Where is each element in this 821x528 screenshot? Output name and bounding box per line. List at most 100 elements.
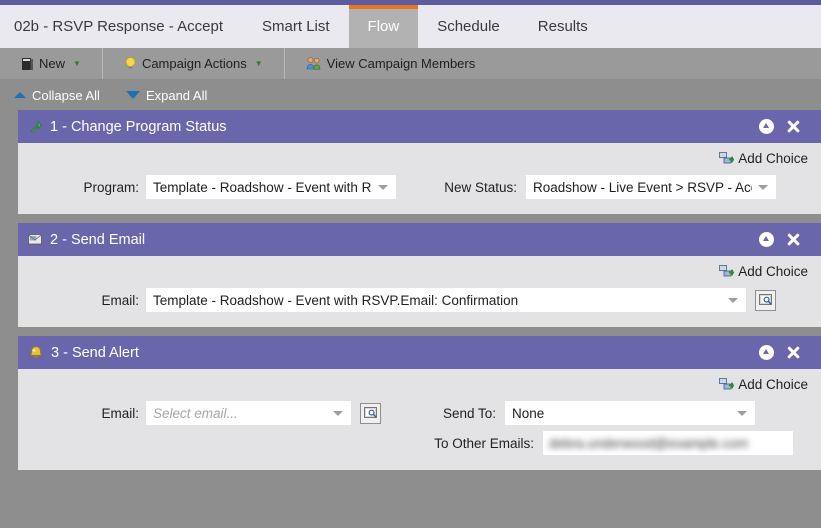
- flow-step-title: 1 - Change Program Status: [50, 118, 227, 135]
- expand-all-label: Expand All: [145, 87, 208, 103]
- flow-step-panel-1: 1 - Change Program Status Add Choice Pro…: [18, 110, 821, 214]
- new-button[interactable]: New ▼: [12, 48, 90, 79]
- triangle-up-icon: [14, 92, 26, 98]
- flow-step-header-3[interactable]: 3 - Send Alert: [18, 336, 821, 369]
- expand-all-button[interactable]: Expand All: [125, 87, 208, 103]
- campaign-actions-label: Campaign Actions: [141, 56, 247, 71]
- tab-flow[interactable]: Flow: [348, 5, 419, 48]
- chevron-down-icon: [737, 410, 747, 416]
- add-choice-label: Add Choice: [738, 151, 808, 166]
- tab-label: Flow: [367, 18, 400, 35]
- send-to-label: Send To:: [442, 405, 496, 421]
- flow-step-header-1[interactable]: 1 - Change Program Status: [18, 110, 821, 143]
- field-row-email: Email: Template - Roadshow - Event with …: [18, 285, 821, 315]
- move-up-icon[interactable]: [759, 345, 774, 360]
- add-choice-label: Add Choice: [738, 264, 808, 279]
- add-choice-row: Add Choice: [18, 256, 821, 285]
- collapse-all-label: Collapse All: [32, 87, 100, 103]
- toolbar-group-members: View Campaign Members: [285, 48, 497, 79]
- add-choice-icon: [719, 264, 736, 279]
- tab-results[interactable]: Results: [519, 5, 607, 48]
- email-value: Template - Roadshow - Event with RSVP.Em…: [153, 292, 519, 308]
- record-title: 02b - RSVP Response - Accept: [14, 18, 224, 35]
- lightbulb-icon: [124, 56, 137, 71]
- email-combobox[interactable]: Template - Roadshow - Event with RSVP.Em…: [146, 288, 746, 312]
- alert-email-value: Select email...: [153, 405, 238, 421]
- tab-label: Results: [537, 18, 588, 35]
- close-icon[interactable]: [785, 345, 801, 361]
- add-choice-button[interactable]: Add Choice: [719, 377, 808, 392]
- to-other-emails-value: debra.underwood@example.com: [549, 435, 749, 451]
- flow-step-actions: [759, 232, 811, 248]
- program-label: Program:: [83, 179, 139, 195]
- campaign-actions-button[interactable]: Campaign Actions ▼: [115, 48, 272, 79]
- flow-step-panel-2: 2 - Send Email Add Choice Email: Templat…: [18, 223, 821, 327]
- field-row-program: Program: Template - Roadshow - Event wit…: [18, 172, 821, 202]
- toolbar-group-new: New ▼: [0, 48, 103, 79]
- view-campaign-members-label: View Campaign Members: [326, 56, 476, 71]
- move-up-icon[interactable]: [759, 232, 774, 247]
- alert-email-label: Email:: [101, 405, 139, 421]
- email-icon: [28, 233, 43, 246]
- flow-step-header-2[interactable]: 2 - Send Email: [18, 223, 821, 256]
- application-window: 02b - RSVP Response - Accept Smart List …: [0, 0, 821, 528]
- add-choice-button[interactable]: Add Choice: [719, 264, 808, 279]
- flow-step-actions: [759, 345, 811, 361]
- new-button-label: New: [39, 56, 66, 71]
- flow-step-body-1: Add Choice Program: Template - Roadshow …: [18, 143, 821, 214]
- flow-step-actions: [759, 119, 811, 135]
- send-to-combobox[interactable]: None: [505, 401, 755, 425]
- program-value: Template - Roadshow - Event with RSVI: [153, 179, 372, 195]
- send-to-value: None: [512, 405, 545, 421]
- tab-label: Schedule: [437, 18, 500, 35]
- green-arrow-icon: [28, 119, 43, 134]
- people-group-icon: [306, 56, 322, 71]
- tab-schedule[interactable]: Schedule: [418, 5, 519, 48]
- view-campaign-members-button[interactable]: View Campaign Members: [297, 48, 485, 79]
- add-choice-row: Add Choice: [18, 369, 821, 398]
- add-choice-label: Add Choice: [738, 377, 808, 392]
- new-status-value: Roadshow - Live Event > RSVP - Accept: [533, 179, 752, 195]
- preview-email-button[interactable]: [755, 289, 776, 311]
- chevron-down-icon: [333, 410, 343, 416]
- new-status-label: New Status:: [444, 179, 517, 195]
- field-row-other-emails: To Other Emails: debra.underwood@example…: [18, 428, 821, 458]
- close-icon[interactable]: [785, 119, 801, 135]
- alert-bell-icon: [28, 345, 44, 360]
- add-choice-row: Add Choice: [18, 143, 821, 172]
- preview-magnifier-icon: [758, 294, 772, 305]
- email-label: Email:: [101, 292, 139, 308]
- toolbar-group-campaign-actions: Campaign Actions ▼: [103, 48, 285, 79]
- preview-alert-email-button[interactable]: [360, 402, 381, 424]
- tab-smart-list[interactable]: Smart List: [243, 5, 349, 48]
- flow-step-body-3: Add Choice Email: Select email... Send T…: [18, 369, 821, 470]
- chevron-down-icon: ▼: [73, 59, 81, 68]
- chevron-down-icon: [758, 184, 768, 190]
- tab-label: Smart List: [262, 18, 330, 35]
- new-status-combobox[interactable]: Roadshow - Live Event > RSVP - Accept: [526, 175, 776, 199]
- flow-step-panel-3: 3 - Send Alert Add Choice Email: Select …: [18, 336, 821, 470]
- program-combobox[interactable]: Template - Roadshow - Event with RSVI: [146, 175, 396, 199]
- add-choice-icon: [719, 377, 736, 392]
- triangle-down-icon: [125, 91, 140, 99]
- tab-bar: 02b - RSVP Response - Accept Smart List …: [0, 5, 821, 48]
- preview-magnifier-icon: [363, 407, 377, 418]
- chevron-down-icon: [378, 184, 388, 190]
- tree-controls-row: Collapse All Expand All: [0, 80, 821, 110]
- new-document-icon: [21, 57, 34, 71]
- action-toolbar: New ▼ Campaign Actions ▼ View Campaign M…: [0, 48, 821, 80]
- flow-step-title: 3 - Send Alert: [51, 344, 139, 361]
- add-choice-icon: [719, 151, 736, 166]
- flow-step-title: 2 - Send Email: [50, 231, 146, 248]
- field-row-alert-email: Email: Select email... Send To: None: [18, 398, 821, 428]
- to-other-emails-input[interactable]: debra.underwood@example.com: [543, 431, 793, 455]
- close-icon[interactable]: [785, 232, 801, 248]
- collapse-all-button[interactable]: Collapse All: [14, 88, 100, 103]
- to-other-emails-label: To Other Emails:: [434, 435, 534, 451]
- alert-email-combobox[interactable]: Select email...: [146, 401, 351, 425]
- flow-step-body-2: Add Choice Email: Template - Roadshow - …: [18, 256, 821, 327]
- chevron-down-icon: [728, 297, 738, 303]
- move-up-icon[interactable]: [759, 119, 774, 134]
- chevron-down-icon: ▼: [254, 59, 263, 68]
- add-choice-button[interactable]: Add Choice: [719, 151, 808, 166]
